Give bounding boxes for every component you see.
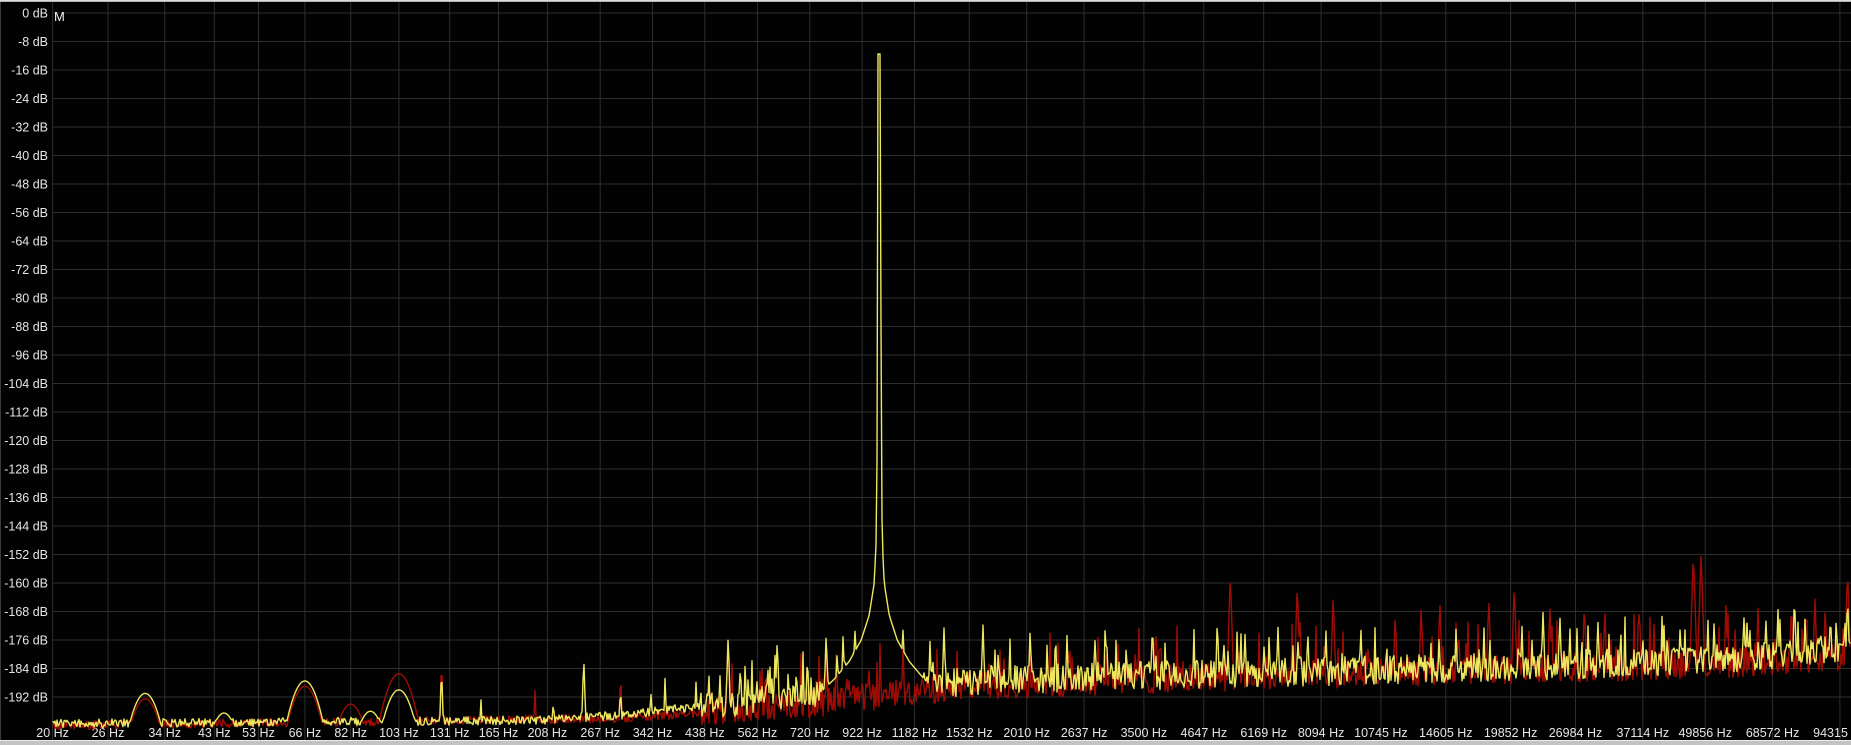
x-axis-label: 922 Hz [842,726,882,740]
x-axis-label: 562 Hz [738,726,778,740]
y-axis-label: -104 dB [4,377,48,391]
x-axis-label: 82 Hz [334,726,367,740]
x-axis-label: 94315 Hz [1813,726,1851,740]
x-axis-label: 1532 Hz [946,726,993,740]
x-axis-label: 1182 Hz [892,726,938,740]
x-axis-label: 438 Hz [685,726,725,740]
y-axis-label: -192 dB [4,691,48,705]
y-axis-label: -16 dB [11,64,48,78]
x-axis-label: 37114 Hz [1617,726,1670,740]
y-axis-label: -8 dB [18,35,48,49]
y-axis-label: -144 dB [4,520,48,534]
y-axis-label: -120 dB [4,434,48,448]
x-axis-label: 103 Hz [379,726,419,740]
y-axis-label: -184 dB [4,662,48,676]
x-axis-label: 2637 Hz [1061,726,1108,740]
y-axis-label: -176 dB [4,634,48,648]
y-axis-label: -96 dB [11,349,48,363]
x-axis-label: 14605 Hz [1419,726,1473,740]
spectrum-plot-canvas[interactable]: 0 dB -8 dB -16 dB -24 dB -32 dB -40 dB -48 dB -… [0,0,1851,745]
y-axis-label: -88 dB [11,320,48,334]
y-axis-label: -112 dB [5,406,48,420]
y-axis-label: -48 dB [11,178,48,192]
window-left-border [0,0,1,745]
x-axis-label: 720 Hz [790,726,830,740]
y-axis-label: 0 dB [22,7,48,21]
x-axis-label: 267 Hz [580,726,620,740]
y-axis-label: -168 dB [4,605,48,619]
y-axis-label: -136 dB [4,491,48,505]
x-axis-label: 342 Hz [633,726,673,740]
y-axis-label: -64 dB [11,235,48,249]
x-axis-label: 165 Hz [479,726,519,740]
y-axis-label: -40 dB [11,149,48,163]
y-axis-label: -128 dB [4,463,48,477]
x-axis-label: 49856 Hz [1678,726,1732,740]
x-axis-label: 2010 Hz [1003,726,1050,740]
y-axis-label: -152 dB [4,548,48,562]
x-axis-label: 131 Hz [430,726,470,740]
y-axis-label: -24 dB [11,92,48,106]
window-top-border [0,0,1851,2]
window-bottom-border [0,740,1851,745]
x-axis-label: 208 Hz [528,726,568,740]
x-axis-label: 26984 Hz [1549,726,1603,740]
x-axis-label: 66 Hz [289,726,322,740]
x-axis-label: 34 Hz [148,726,181,740]
x-axis-label: 4647 Hz [1181,726,1228,740]
x-axis-label: 68572 Hz [1746,726,1800,740]
x-axis-label: 8094 Hz [1298,726,1345,740]
y-axis-label: -56 dB [11,206,48,220]
y-axis-label: -160 dB [4,577,48,591]
x-axis-label: 53 Hz [242,726,275,740]
spectrum-analyzer-window: 0 dB -8 dB -16 dB -24 dB -32 dB -40 dB -48 dB -… [0,0,1851,745]
x-axis-label: 26 Hz [92,726,125,740]
channel-marker-label: M [54,10,65,23]
y-axis-label: -80 dB [11,292,48,306]
x-axis-label: 10745 Hz [1354,726,1408,740]
x-axis-label: 6169 Hz [1240,726,1287,740]
x-axis-label: 19852 Hz [1484,726,1538,740]
x-axis-label: 3500 Hz [1121,726,1168,740]
y-axis-label: -72 dB [11,263,48,277]
y-axis-label: -32 dB [11,121,48,135]
